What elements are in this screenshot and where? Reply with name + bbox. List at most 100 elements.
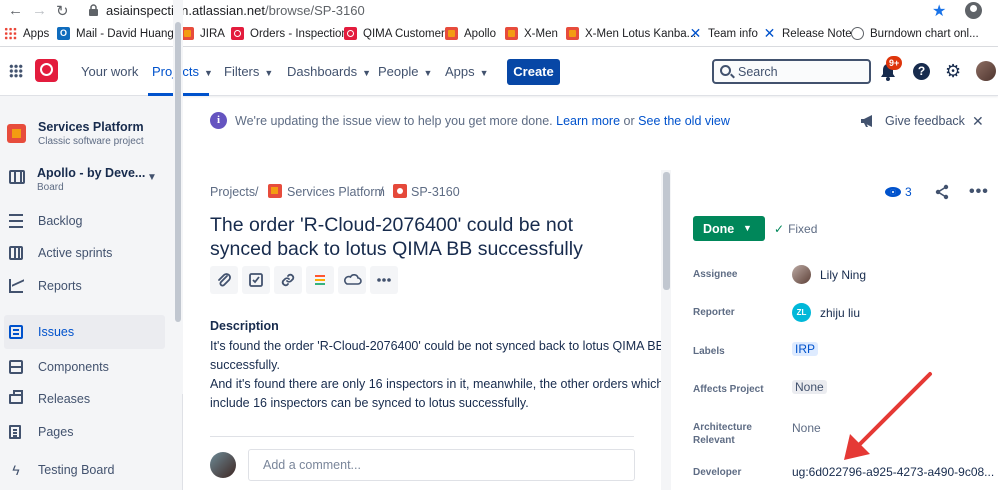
description-line[interactable]: include 16 inspectors can be synced to l… bbox=[210, 396, 529, 410]
bookmark-apollo[interactable]: Apollo bbox=[445, 27, 496, 40]
more-options-icon[interactable]: ••• bbox=[969, 183, 989, 201]
breadcrumb-project[interactable]: Services Platform bbox=[287, 185, 385, 199]
app-switcher-icon[interactable] bbox=[9, 64, 23, 78]
sidebar-item-releases[interactable]: Releases bbox=[0, 382, 165, 416]
bookmark-label: QIMA Customer bbox=[363, 27, 445, 40]
bookmark-qima-customer[interactable]: QIMA Customer bbox=[344, 27, 445, 40]
confluence-icon: ✕ bbox=[763, 25, 776, 41]
close-icon[interactable]: ✕ bbox=[972, 113, 984, 130]
bug-icon bbox=[393, 184, 407, 198]
comment-box[interactable] bbox=[248, 449, 635, 481]
description-line[interactable]: successfully. bbox=[210, 358, 280, 372]
checklist-icon bbox=[249, 273, 263, 287]
sidebar-item-backlog[interactable]: Backlog bbox=[0, 204, 165, 238]
watchers-count[interactable]: 3 bbox=[905, 185, 912, 199]
sidebar-item-components[interactable]: Components bbox=[0, 350, 165, 384]
browser-url-bar: ← → ↻ asiainspection.atlassian.net/brows… bbox=[0, 0, 998, 22]
eye-icon[interactable] bbox=[885, 187, 901, 197]
bookmark-jira[interactable]: JIRA bbox=[181, 27, 225, 40]
breadcrumb-separator: / bbox=[380, 185, 384, 199]
breadcrumb-issue-key[interactable]: SP-3160 bbox=[411, 185, 460, 199]
nav-your-work[interactable]: Your work bbox=[81, 64, 138, 79]
qima-icon bbox=[344, 27, 357, 40]
description-heading: Description bbox=[210, 319, 279, 333]
forward-icon[interactable]: → bbox=[32, 2, 47, 19]
breadcrumb-projects[interactable]: Projects bbox=[210, 185, 255, 199]
affects-project-field[interactable]: None bbox=[792, 380, 827, 394]
qima-logo-icon[interactable] bbox=[35, 59, 58, 82]
url-path: /browse/SP-3160 bbox=[265, 3, 365, 18]
nav-filters[interactable]: Filters ▼ bbox=[224, 64, 273, 79]
help-icon[interactable]: ? bbox=[913, 63, 930, 80]
old-view-link[interactable]: See the old view bbox=[638, 114, 730, 128]
share-icon[interactable] bbox=[934, 184, 950, 200]
paperclip-icon bbox=[218, 273, 231, 287]
search-input[interactable] bbox=[738, 63, 863, 80]
learn-more-link[interactable]: Learn more bbox=[556, 114, 620, 128]
sidebar-item-issues[interactable]: Issues bbox=[4, 315, 165, 349]
sidebar-scrollbar-thumb[interactable] bbox=[175, 22, 181, 322]
status-button[interactable]: Done ▼ bbox=[693, 216, 765, 241]
board-selector[interactable]: Apollo - by Deve... bbox=[37, 166, 145, 180]
browser-account-icon[interactable] bbox=[965, 2, 982, 19]
description-line[interactable]: And it's found there are only 16 inspect… bbox=[210, 377, 663, 391]
reload-icon[interactable]: ↻ bbox=[56, 2, 69, 20]
bookmark-xmen[interactable]: X-Men bbox=[505, 27, 558, 40]
sidebar-item-active-sprints[interactable]: Active sprints bbox=[0, 236, 165, 270]
bookmark-xmen-lotus-kanban[interactable]: X-Men Lotus Kanba... bbox=[566, 27, 696, 40]
issues-icon bbox=[9, 325, 23, 339]
attach-button[interactable] bbox=[210, 266, 238, 294]
priority-button[interactable] bbox=[306, 266, 334, 294]
developer-label: Developer bbox=[693, 467, 742, 478]
chevron-down-icon: ▼ bbox=[479, 68, 489, 78]
sidebar-item-testing-board[interactable]: ϟ Testing Board bbox=[0, 453, 165, 487]
bookmark-team-info[interactable]: ✕ Team info bbox=[689, 26, 758, 40]
bookmark-star-icon[interactable]: ★ bbox=[932, 1, 946, 21]
address-field[interactable]: asiainspection.atlassian.net/browse/SP-3… bbox=[106, 3, 365, 18]
back-icon[interactable]: ← bbox=[8, 2, 23, 19]
project-icon bbox=[268, 184, 282, 198]
chevron-down-icon[interactable]: ▼ bbox=[147, 172, 157, 183]
add-child-issue-button[interactable] bbox=[242, 266, 270, 294]
more-horizontal-icon bbox=[377, 278, 391, 282]
create-button[interactable]: Create bbox=[507, 59, 560, 85]
link-issue-button[interactable] bbox=[274, 266, 302, 294]
sidebar-item-reports[interactable]: Reports bbox=[0, 269, 165, 303]
qima-icon bbox=[231, 27, 244, 40]
gear-icon[interactable]: ⚙ bbox=[945, 62, 961, 80]
developer-field[interactable]: ug:6d022796-a925-4273-a490-9c08... bbox=[792, 465, 994, 479]
bookmark-apps[interactable]: Apps bbox=[4, 27, 49, 40]
url-host: asiainspection.atlassian.net bbox=[106, 3, 265, 18]
nav-people[interactable]: People ▼ bbox=[378, 64, 432, 79]
project-name[interactable]: Services Platform bbox=[38, 120, 144, 134]
pages-icon bbox=[9, 425, 21, 439]
reporter-field[interactable]: zhiju liu bbox=[820, 306, 860, 320]
assignee-field[interactable]: Lily Ning bbox=[820, 268, 866, 282]
bookmark-label: Release Note bbox=[782, 27, 852, 40]
app-action-button[interactable] bbox=[338, 266, 366, 294]
issue-view-banner: We're updating the issue view to help yo… bbox=[235, 114, 730, 128]
bookmark-release-note[interactable]: ✕ Release Note bbox=[763, 25, 852, 41]
reports-chart-icon bbox=[9, 279, 23, 293]
issue-title[interactable]: The order 'R-Cloud-2076400' could be not… bbox=[210, 213, 630, 261]
lock-icon[interactable] bbox=[88, 4, 99, 17]
label-tag[interactable]: IRP bbox=[792, 342, 819, 356]
add-comment-input[interactable] bbox=[249, 450, 634, 480]
nav-dashboards[interactable]: Dashboards ▼ bbox=[287, 64, 371, 79]
bookmark-label: Apps bbox=[23, 27, 50, 40]
user-avatar[interactable] bbox=[976, 61, 996, 81]
sidebar-item-pages[interactable]: Pages bbox=[0, 415, 165, 449]
issue-scrollbar-thumb[interactable] bbox=[663, 172, 670, 290]
nav-apps[interactable]: Apps ▼ bbox=[445, 64, 489, 79]
board-type: Board bbox=[37, 182, 64, 193]
bookmark-mail[interactable]: O Mail - David Huang... bbox=[57, 27, 183, 40]
more-actions-button[interactable] bbox=[370, 266, 398, 294]
description-line[interactable]: It's found the order 'R-Cloud-2076400' c… bbox=[210, 339, 664, 353]
architecture-relevant-field[interactable]: None bbox=[792, 421, 821, 435]
give-feedback-button[interactable]: Give feedback bbox=[885, 114, 965, 128]
search-box[interactable] bbox=[712, 59, 871, 84]
sidebar-item-label: Active sprints bbox=[38, 246, 113, 260]
bookmark-orders-inspection[interactable]: Orders - Inspection bbox=[231, 27, 348, 40]
bookmark-burndown-chart[interactable]: Burndown chart onl... bbox=[851, 27, 979, 40]
nav-dashboards-label: Dashboards bbox=[287, 64, 358, 79]
